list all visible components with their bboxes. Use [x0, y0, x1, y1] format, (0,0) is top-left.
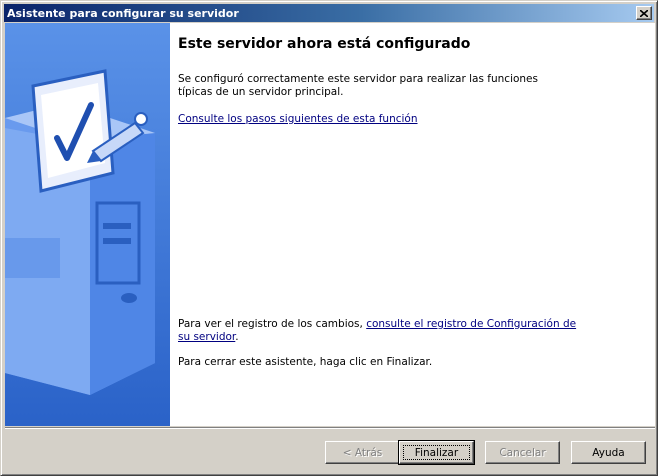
close-instruction-text: Para cerrar este asistente, haga clic en… [178, 356, 433, 368]
next-steps-link[interactable]: Consulte los pasos siguientes de esta fu… [178, 113, 418, 125]
server-checklist-illustration [5, 23, 170, 426]
log-suffix-text: . [235, 331, 239, 343]
content-panel: Este servidor ahora está configurado Se … [178, 23, 648, 426]
finish-button[interactable]: Finalizar [398, 440, 475, 465]
close-icon [640, 9, 648, 17]
help-button[interactable]: Ayuda [571, 441, 646, 464]
page-title: Este servidor ahora está configurado [178, 36, 471, 52]
wizard-window: Asistente para configurar su servidor Es… [0, 0, 658, 476]
close-button[interactable] [636, 6, 652, 20]
focus-rect [403, 445, 470, 460]
side-panel [5, 23, 170, 426]
description-text: Se configuró correctamente este servidor… [178, 73, 538, 98]
back-button[interactable]: < Atrás [325, 441, 400, 464]
wizard-client-area: Este servidor ahora está configurado Se … [5, 23, 655, 426]
title-bar[interactable]: Asistente para configurar su servidor [4, 4, 654, 22]
log-prefix-text: Para ver el registro de los cambios, [178, 318, 367, 330]
window-title: Asistente para configurar su servidor [7, 6, 239, 20]
cancel-button[interactable]: Cancelar [485, 441, 560, 464]
button-separator [5, 427, 655, 429]
log-info-text: Para ver el registro de los cambios, con… [178, 318, 578, 344]
